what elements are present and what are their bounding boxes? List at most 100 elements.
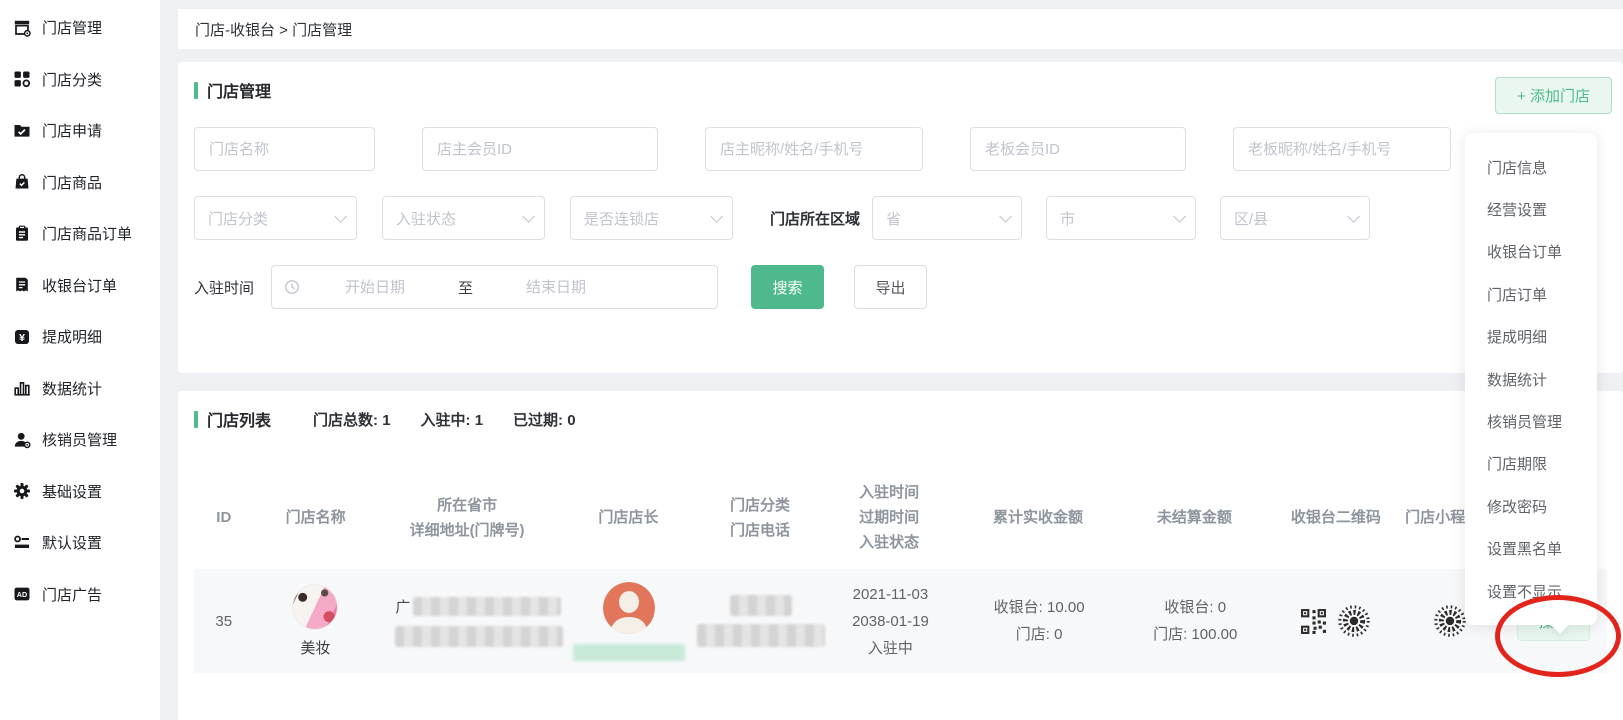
menu-item-business-settings[interactable]: 经营设置: [1465, 188, 1597, 230]
cell-time-status: 2021-11-03 2038-01-19 入驻中: [821, 581, 960, 662]
censored-manager-name: [573, 644, 685, 661]
cell-unsettled-amount: 收银台: 0 门店: 100.00: [1118, 594, 1272, 648]
settle-status-select[interactable]: 入驻状态: [382, 196, 545, 240]
owner-member-id-input[interactable]: [422, 127, 658, 171]
address-prefix: 广: [395, 596, 410, 617]
chevron-down-icon: [710, 210, 723, 223]
select-placeholder: 门店分类: [208, 208, 268, 229]
sidebar-item-label: 门店分类: [42, 69, 102, 90]
store-stats: 门店总数: 1 入驻中: 1 已过期: 0: [313, 409, 576, 430]
menu-item-cashier-orders[interactable]: 收银台订单: [1465, 231, 1597, 273]
is-chain-select[interactable]: 是否连锁店: [570, 196, 733, 240]
table-row: 35 美妆 广 2021-11-03 2038-01-19 入驻中: [194, 569, 1607, 673]
col-time-status: 入驻时间过期时间入驻状态: [820, 480, 959, 555]
sidebar-item-label: 数据统计: [42, 378, 102, 399]
chevron-down-icon: [334, 210, 347, 223]
boss-member-id-input[interactable]: [970, 127, 1186, 171]
sidebar-item-store-application[interactable]: 门店申请: [0, 105, 160, 157]
store-avatar: [292, 584, 338, 630]
stat-total: 门店总数: 1: [313, 409, 391, 430]
province-select[interactable]: 省: [872, 196, 1022, 240]
menu-item-data-statistics[interactable]: 数据统计: [1465, 358, 1597, 400]
col-manager: 门店店长: [556, 505, 700, 530]
store-list-card: 门店列表 门店总数: 1 入驻中: 1 已过期: 0 ID 门店名称 所在省市详…: [178, 391, 1623, 720]
store-name-text: 美妆: [300, 637, 330, 658]
list-title: 门店列表: [194, 407, 271, 431]
stat-expired: 已过期: 0: [513, 409, 576, 430]
sidebar-item-store-category[interactable]: 门店分类: [0, 54, 160, 106]
sidebar-item-store-management[interactable]: 门店管理: [0, 2, 160, 54]
menu-item-set-blacklist[interactable]: 设置黑名单: [1465, 528, 1597, 570]
mini-program-code-icon[interactable]: [1336, 603, 1372, 639]
gear-icon: [13, 482, 31, 500]
cell-manager: [557, 582, 701, 661]
status-text: 入驻中: [868, 635, 913, 662]
export-button[interactable]: 导出: [854, 265, 927, 309]
sidebar-item-cashier-orders[interactable]: 收银台订单: [0, 260, 160, 312]
owner-nickname-input[interactable]: [705, 127, 923, 171]
sidebar-item-label: 门店商品: [42, 172, 102, 193]
col-category-phone: 门店分类门店电话: [700, 493, 819, 543]
filter-row-3: 入驻时间 至 搜索 导出: [194, 265, 1607, 309]
sidebar-item-default-settings[interactable]: 默认设置: [0, 517, 160, 569]
col-unsettled-amount: 未结算金额: [1117, 505, 1271, 530]
sidebar-item-commission-detail[interactable]: ¥ 提成明细: [0, 311, 160, 363]
add-store-button[interactable]: + 添加门店: [1495, 77, 1612, 114]
cell-store-name: 美妆: [253, 584, 377, 658]
sidebar-item-data-statistics[interactable]: 数据统计: [0, 363, 160, 415]
menu-item-verifier-management[interactable]: 核销员管理: [1465, 400, 1597, 442]
col-store-name: 门店名称: [254, 505, 378, 530]
chevron-down-icon: [999, 210, 1012, 223]
clipboard-icon: [13, 225, 31, 243]
sidebar-item-store-goods-orders[interactable]: 门店商品订单: [0, 208, 160, 260]
menu-item-store-term[interactable]: 门店期限: [1465, 443, 1597, 485]
cell-received-amount: 收银台: 10.00 门店: 0: [960, 594, 1119, 648]
start-date-input[interactable]: [300, 279, 450, 296]
menu-item-commission-detail[interactable]: 提成明细: [1465, 316, 1597, 358]
menu-item-set-hidden[interactable]: 设置不显示: [1465, 570, 1597, 612]
menu-item-store-info[interactable]: 门店信息: [1465, 146, 1597, 188]
sidebar-item-store-goods[interactable]: 门店商品: [0, 157, 160, 209]
sidebar-item-label: 默认设置: [42, 532, 102, 553]
stat-active: 入驻中: 1: [421, 409, 484, 430]
censored-phone: [697, 624, 825, 647]
breadcrumb-bar: 门店-收银台 > 门店管理: [178, 9, 1623, 49]
sidebar-item-verifier-management[interactable]: 核销员管理: [0, 414, 160, 466]
mini-program-code-icon[interactable]: [1432, 603, 1468, 639]
sidebar-item-basic-settings[interactable]: 基础设置: [0, 466, 160, 518]
sidebar-item-label: 基础设置: [42, 481, 102, 502]
card-title-text: 门店管理: [207, 78, 271, 102]
select-placeholder: 是否连锁店: [584, 208, 659, 229]
menu-item-store-orders[interactable]: 门店订单: [1465, 273, 1597, 315]
store-category-select[interactable]: 门店分类: [194, 196, 357, 240]
sidebar-item-store-ads[interactable]: AD 门店广告: [0, 569, 160, 621]
chevron-down-icon: [1173, 210, 1186, 223]
menu-item-change-password[interactable]: 修改密码: [1465, 485, 1597, 527]
boss-nickname-input[interactable]: [1233, 127, 1451, 171]
col-received-amount: 累计实收金额: [959, 505, 1118, 530]
sidebar-item-label: 门店管理: [42, 17, 102, 38]
store-name-input[interactable]: [194, 127, 375, 171]
svg-text:AD: AD: [17, 590, 27, 599]
bar-chart-icon: [13, 379, 31, 397]
city-select[interactable]: 市: [1046, 196, 1196, 240]
district-select[interactable]: 区/县: [1220, 196, 1370, 240]
main-content: 门店-收银台 > 门店管理 门店管理 + 添加门店 门店分类 入驻状态: [160, 0, 1623, 720]
store-management-card: 门店管理 + 添加门店 门店分类 入驻状态 是否连锁店 门店所在区域: [178, 62, 1623, 373]
col-cashier-qr: 收银台二维码: [1271, 505, 1400, 530]
end-date-input[interactable]: [481, 279, 631, 296]
folder-check-icon: [13, 122, 31, 140]
chevron-down-icon: [1347, 210, 1360, 223]
ad-icon: AD: [13, 585, 31, 603]
cell-address: 广: [377, 596, 557, 647]
breadcrumb: 门店-收银台 > 门店管理: [195, 19, 352, 40]
storefront-icon: [13, 19, 31, 37]
title-accent-bar: [194, 411, 198, 428]
shopping-bag-icon: [13, 173, 31, 191]
clock-icon: [284, 279, 300, 295]
search-button[interactable]: 搜索: [751, 265, 824, 309]
date-range-picker[interactable]: 至: [271, 265, 718, 309]
censored-address-line2: [395, 626, 563, 647]
qr-code-icon[interactable]: [1300, 608, 1327, 635]
table-header: ID 门店名称 所在省市详细地址(门牌号) 门店店长 门店分类门店电话 入驻时间…: [194, 480, 1607, 555]
